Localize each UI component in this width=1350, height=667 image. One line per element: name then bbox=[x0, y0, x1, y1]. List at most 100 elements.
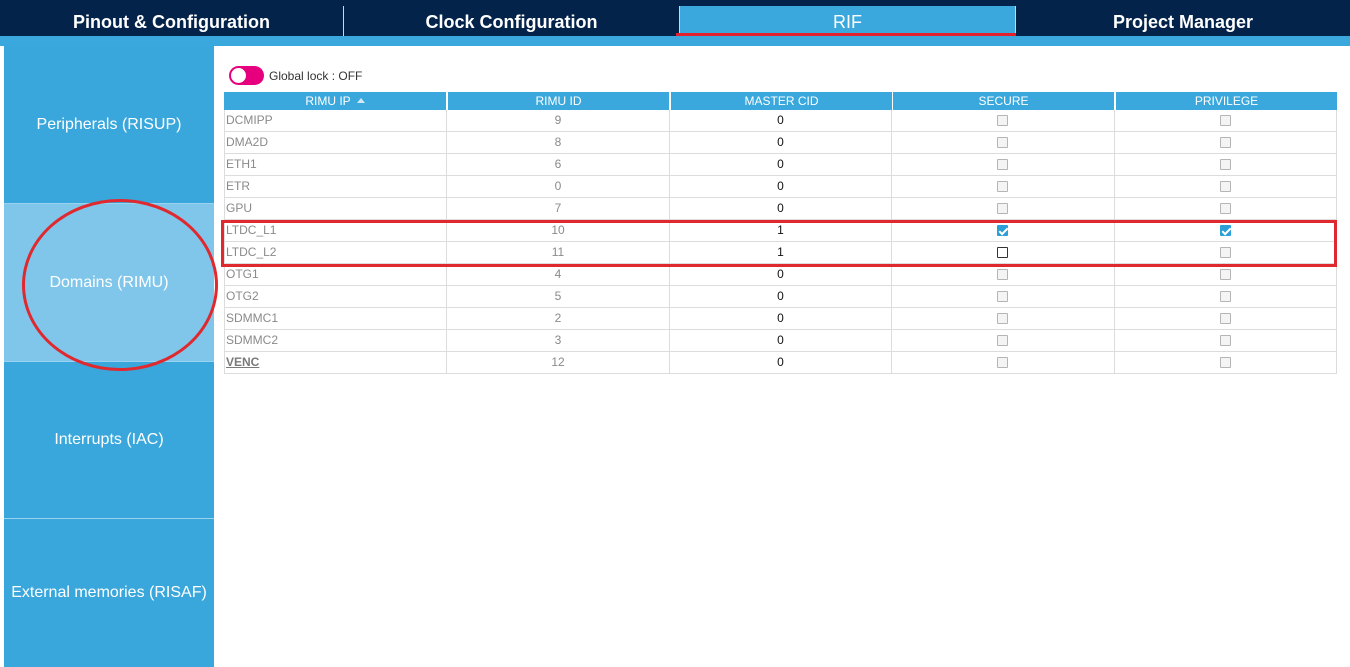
table-row[interactable]: OTG2 5 0 bbox=[224, 286, 1337, 308]
privilege-checkbox[interactable] bbox=[1219, 225, 1231, 236]
secure-checkbox[interactable] bbox=[997, 269, 1008, 280]
secure-checkbox[interactable] bbox=[997, 181, 1008, 192]
rimu-ip-name: ETH1 bbox=[226, 157, 257, 171]
cell-privilege bbox=[1115, 264, 1337, 285]
cell-master-cid[interactable]: 1 bbox=[670, 242, 892, 263]
secure-checkbox[interactable] bbox=[997, 159, 1008, 170]
rimu-ip-name: SDMMC1 bbox=[226, 311, 279, 325]
cell-privilege bbox=[1115, 220, 1337, 241]
cell-privilege bbox=[1115, 330, 1337, 351]
rimu-ip-name: OTG1 bbox=[226, 267, 259, 281]
tab-rif[interactable]: RIF bbox=[680, 6, 1015, 36]
cell-rimu-ip: ETR bbox=[224, 176, 447, 197]
cell-rimu-id: 5 bbox=[447, 286, 670, 307]
cell-rimu-ip: OTG2 bbox=[224, 286, 447, 307]
secure-checkbox[interactable] bbox=[997, 225, 1008, 236]
table-row[interactable]: DMA2D 8 0 bbox=[224, 132, 1337, 154]
table-row[interactable]: ETR 0 0 bbox=[224, 176, 1337, 198]
sidebar-item-label: External memories (RISAF) bbox=[11, 584, 207, 601]
tab-pinout-configuration[interactable]: Pinout & Configuration bbox=[0, 6, 343, 36]
table-header-row: RIMU IP RIMU ID MASTER CID SECURE PRIVIL… bbox=[224, 92, 1337, 110]
cell-privilege bbox=[1115, 110, 1337, 131]
sidebar-item-domains[interactable]: Domains (RIMU) bbox=[4, 204, 214, 361]
cell-privilege bbox=[1115, 198, 1337, 219]
cell-secure bbox=[892, 198, 1115, 219]
cell-master-cid[interactable]: 0 bbox=[670, 110, 892, 131]
cell-master-cid[interactable]: 0 bbox=[670, 154, 892, 175]
cell-rimu-ip: GPU bbox=[224, 198, 447, 219]
global-lock-toggle[interactable] bbox=[229, 66, 264, 85]
table-row[interactable]: LTDC_L1 10 1 bbox=[224, 220, 1337, 242]
secure-checkbox[interactable] bbox=[997, 291, 1008, 302]
secure-checkbox[interactable] bbox=[997, 203, 1008, 214]
sidebar: Peripherals (RISUP) Domains (RIMU) Inter… bbox=[4, 46, 214, 667]
secure-checkbox[interactable] bbox=[997, 247, 1008, 258]
cell-master-cid[interactable]: 0 bbox=[670, 132, 892, 153]
cell-secure bbox=[892, 352, 1115, 373]
secure-checkbox[interactable] bbox=[997, 115, 1008, 126]
tab-project-manager[interactable]: Project Manager bbox=[1016, 6, 1350, 36]
global-lock-label: Global lock : OFF bbox=[269, 69, 363, 83]
column-header-privilege[interactable]: PRIVILEGE bbox=[1116, 92, 1337, 110]
sidebar-item-label: Domains (RIMU) bbox=[49, 273, 169, 291]
cell-rimu-id: 0 bbox=[447, 176, 670, 197]
cell-master-cid[interactable]: 0 bbox=[670, 308, 892, 329]
cell-rimu-ip: SDMMC1 bbox=[224, 308, 447, 329]
cell-master-cid[interactable]: 0 bbox=[670, 352, 892, 373]
rimu-ip-name: ETR bbox=[226, 179, 250, 193]
cell-rimu-ip: LTDC_L2 bbox=[224, 242, 447, 263]
sidebar-item-label: Interrupts (IAC) bbox=[54, 431, 164, 448]
table-row[interactable]: SDMMC1 2 0 bbox=[224, 308, 1337, 330]
sidebar-item-external-memories[interactable]: External memories (RISAF) bbox=[4, 519, 214, 667]
tab-clock-configuration[interactable]: Clock Configuration bbox=[344, 6, 679, 36]
privilege-checkbox[interactable] bbox=[1219, 181, 1231, 192]
cell-master-cid[interactable]: 0 bbox=[670, 286, 892, 307]
privilege-checkbox[interactable] bbox=[1219, 137, 1231, 148]
cell-rimu-id: 9 bbox=[447, 110, 670, 131]
cell-rimu-id: 3 bbox=[447, 330, 670, 351]
cell-master-cid[interactable]: 0 bbox=[670, 264, 892, 285]
column-header-rimu-ip[interactable]: RIMU IP bbox=[224, 92, 446, 110]
rimu-ip-name[interactable]: VENC bbox=[226, 355, 259, 369]
privilege-checkbox[interactable] bbox=[1219, 357, 1231, 368]
sidebar-item-peripherals[interactable]: Peripherals (RISUP) bbox=[4, 46, 214, 203]
privilege-checkbox[interactable] bbox=[1219, 291, 1231, 302]
cell-master-cid[interactable]: 0 bbox=[670, 176, 892, 197]
cell-master-cid[interactable]: 1 bbox=[670, 220, 892, 241]
column-header-master-cid[interactable]: MASTER CID bbox=[671, 92, 892, 110]
table-row[interactable]: SDMMC2 3 0 bbox=[224, 330, 1337, 352]
cell-privilege bbox=[1115, 242, 1337, 263]
secure-checkbox[interactable] bbox=[997, 313, 1008, 324]
cell-privilege bbox=[1115, 154, 1337, 175]
secure-checkbox[interactable] bbox=[997, 137, 1008, 148]
privilege-checkbox[interactable] bbox=[1219, 335, 1231, 346]
rimu-ip-name: LTDC_L2 bbox=[226, 245, 277, 259]
table-row[interactable]: DCMIPP 9 0 bbox=[224, 110, 1337, 132]
column-header-secure[interactable]: SECURE bbox=[893, 92, 1114, 110]
table-row[interactable]: ETH1 6 0 bbox=[224, 154, 1337, 176]
sidebar-item-interrupts[interactable]: Interrupts (IAC) bbox=[4, 362, 214, 518]
table-row[interactable]: OTG1 4 0 bbox=[224, 264, 1337, 286]
table-row[interactable]: GPU 7 0 bbox=[224, 198, 1337, 220]
cell-master-cid[interactable]: 0 bbox=[670, 330, 892, 351]
cell-privilege bbox=[1115, 308, 1337, 329]
table-row[interactable]: LTDC_L2 11 1 bbox=[224, 242, 1337, 264]
sort-ascending-icon[interactable] bbox=[356, 98, 365, 103]
privilege-checkbox[interactable] bbox=[1219, 159, 1231, 170]
privilege-checkbox[interactable] bbox=[1219, 203, 1231, 214]
cell-secure bbox=[892, 308, 1115, 329]
privilege-checkbox[interactable] bbox=[1219, 313, 1231, 324]
privilege-checkbox[interactable] bbox=[1219, 115, 1231, 126]
rimu-ip-name: DMA2D bbox=[226, 135, 269, 149]
column-header-rimu-id[interactable]: RIMU ID bbox=[448, 92, 669, 110]
privilege-checkbox[interactable] bbox=[1219, 247, 1231, 258]
secure-checkbox[interactable] bbox=[997, 357, 1008, 368]
secure-checkbox[interactable] bbox=[997, 335, 1008, 346]
cell-rimu-ip: DCMIPP bbox=[224, 110, 447, 131]
cell-rimu-id: 6 bbox=[447, 154, 670, 175]
privilege-checkbox[interactable] bbox=[1219, 269, 1231, 280]
cell-privilege bbox=[1115, 176, 1337, 197]
table-row[interactable]: VENC 12 0 bbox=[224, 352, 1337, 374]
cell-master-cid[interactable]: 0 bbox=[670, 198, 892, 219]
toggle-knob bbox=[231, 68, 246, 83]
